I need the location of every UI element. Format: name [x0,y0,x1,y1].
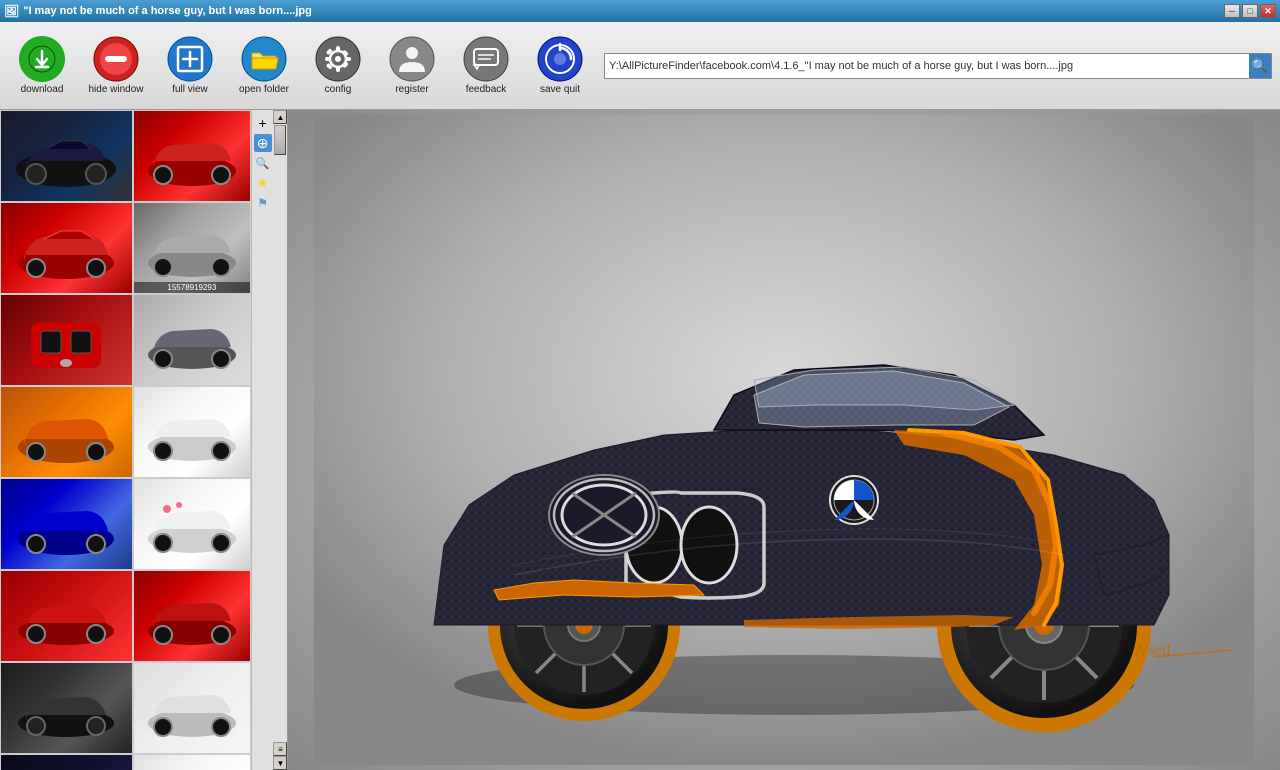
full-view-label: full view [172,84,208,95]
thumbnail-item[interactable] [133,570,252,662]
save-quit-button[interactable]: save quit [526,36,594,95]
download-icon [19,36,65,82]
side-toolbar: + ⊕ 🔍 ★ ⚑ [251,110,273,770]
thumbnail-scrollbar[interactable]: ▲ ≡ ▼ [273,110,287,770]
scroll-thumb[interactable] [274,125,286,155]
hide-window-button[interactable]: hide window [82,36,150,95]
thumbnail-item[interactable] [133,662,252,754]
scroll-down-arrow[interactable]: ▼ [273,756,287,770]
main-image-area: A'seil [288,110,1280,770]
hide-window-icon [93,36,139,82]
zoom-in-button[interactable]: + [254,114,272,132]
thumbnail-item[interactable] [133,386,252,478]
download-button[interactable]: download [8,36,76,95]
thumbnail-panel: 15578919293 [0,110,288,770]
feedback-icon [463,36,509,82]
close-button[interactable]: ✕ [1260,4,1276,18]
thumbnail-item[interactable] [0,662,133,754]
minimize-button[interactable]: ─ [1224,4,1240,18]
main-image-background: A'seil [288,110,1280,770]
title-bar-icon: 🖼 [4,4,19,18]
register-icon [389,36,435,82]
thumbnail-item[interactable] [0,386,133,478]
main-car-image: A'seil [314,115,1254,765]
toolbar: download hide window full view [0,22,1280,110]
thumbnail-item[interactable] [0,202,133,294]
thumbnail-column-2: 15578919293 [133,110,252,770]
open-folder-label: open folder [239,84,289,95]
config-icon [315,36,361,82]
thumbnail-column-1 [0,110,133,770]
thumbnail-item[interactable] [0,754,133,770]
full-view-icon [167,36,213,82]
maximize-button[interactable]: □ [1242,4,1258,18]
register-label: register [395,84,428,95]
title-bar: 🖼 "I may not be much of a horse guy, but… [0,0,1280,22]
thumbnail-item[interactable] [133,110,252,202]
feedback-button[interactable]: feedback [452,36,520,95]
save-quit-icon [537,36,583,82]
download-label: download [21,84,64,95]
search-side-button[interactable]: 🔍 [254,154,272,172]
register-button[interactable]: register [378,36,446,95]
config-label: config [325,84,352,95]
thumbnail-item[interactable] [0,570,133,662]
thumbnail-item[interactable] [133,478,252,570]
full-view-button[interactable]: full view [156,36,224,95]
open-folder-icon [241,36,287,82]
feedback-label: feedback [466,84,507,95]
main-area: 15578919293 [0,110,1280,770]
scroll-middle-btn[interactable]: ≡ [273,742,287,756]
thumbnail-grid: 15578919293 [0,110,287,770]
config-button[interactable]: config [304,36,372,95]
favorite-button[interactable]: ★ [254,174,272,192]
hide-window-label: hide window [88,84,143,95]
thumbnail-item[interactable] [0,478,133,570]
thumbnail-item[interactable] [0,110,133,202]
scroll-up-arrow[interactable]: ▲ [273,110,287,124]
zoom-out-button[interactable]: ⊕ [254,134,272,152]
search-button[interactable]: 🔍 [1249,54,1271,78]
save-quit-label: save quit [540,84,580,95]
thumbnail-label: 15578919293 [134,282,251,293]
open-folder-button[interactable]: open folder [230,36,298,95]
thumbnail-item[interactable] [133,754,252,770]
window-controls: ─ □ ✕ [1224,4,1276,18]
thumbnail-item[interactable] [133,294,252,386]
thumbnail-item[interactable] [0,294,133,386]
title-bar-text: "I may not be much of a horse guy, but I… [19,5,1224,17]
thumbnail-item[interactable]: 15578919293 [133,202,252,294]
tag-button[interactable]: ⚑ [254,194,272,212]
address-path: Y:\AllPictureFinder\facebook.com\4.1.6_"… [605,60,1249,72]
scroll-track [273,124,287,742]
address-bar: Y:\AllPictureFinder\facebook.com\4.1.6_"… [604,53,1272,79]
